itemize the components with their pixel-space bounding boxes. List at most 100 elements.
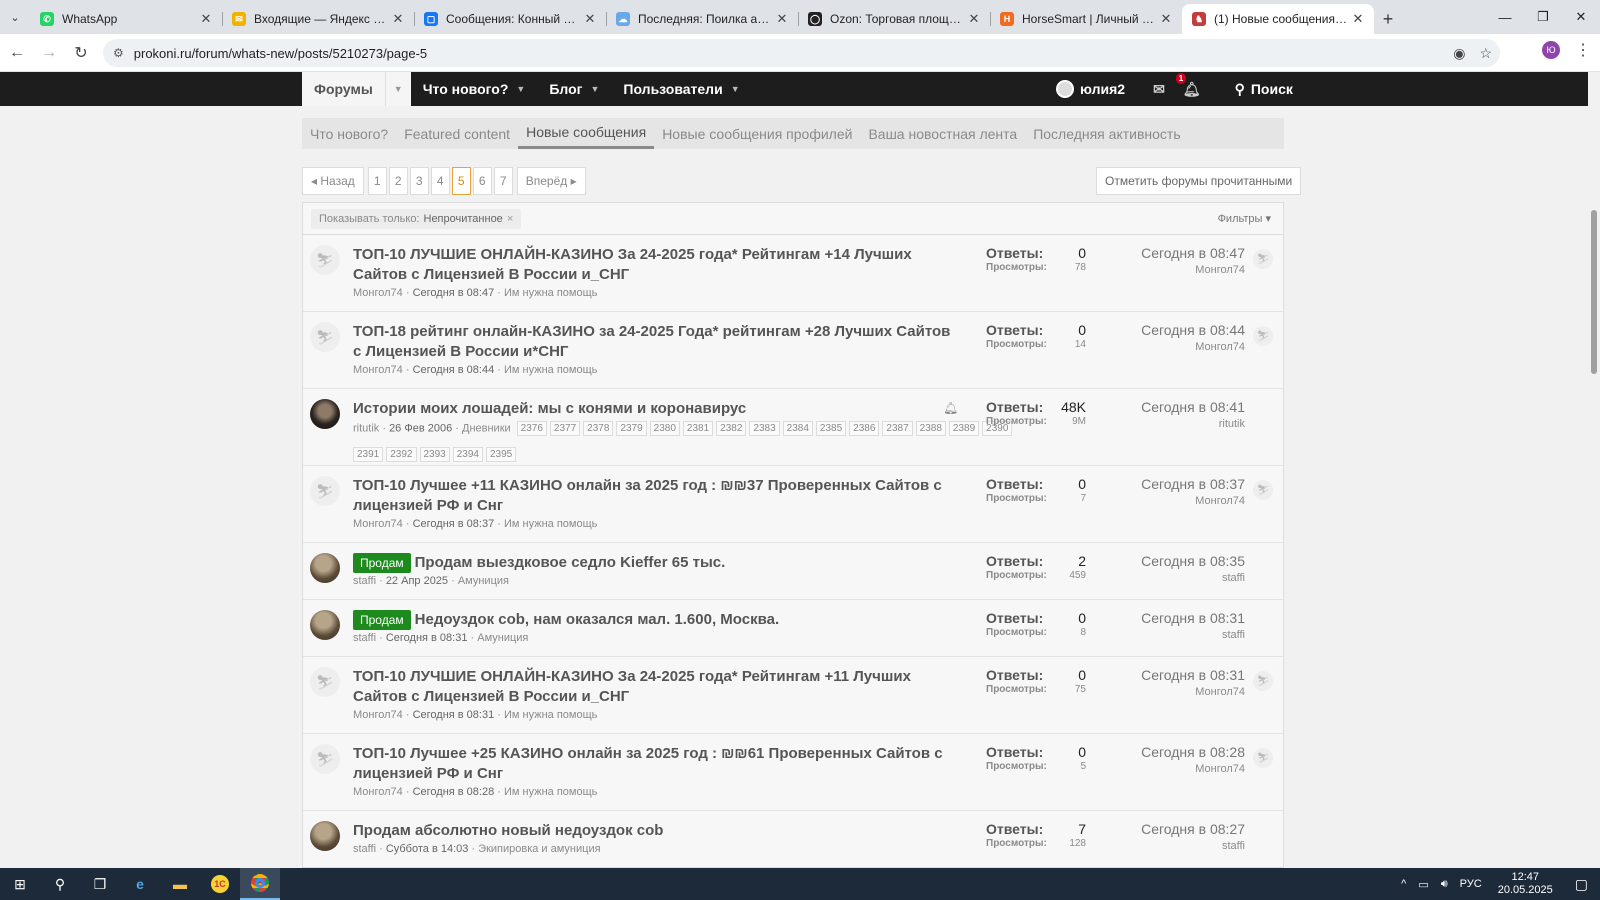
thread-author[interactable]: Монгол74 — [353, 518, 403, 530]
thread-page-link[interactable]: 2385 — [815, 421, 847, 436]
thread-page-link[interactable]: 2394 — [452, 447, 483, 462]
thread-forum[interactable]: Им нужна помощь — [504, 287, 597, 299]
reload-icon[interactable]: ↻ — [66, 38, 96, 68]
last-post-date[interactable]: Сегодня в 08:31 — [1141, 667, 1245, 683]
language-indicator[interactable]: РУС — [1454, 878, 1488, 890]
thread-forum[interactable]: Дневники — [462, 422, 511, 434]
restore-icon[interactable]: ❐ — [1524, 0, 1562, 34]
close-icon[interactable]: ✕ — [774, 11, 790, 27]
page-number-button[interactable]: 1 — [367, 167, 387, 195]
next-page-button[interactable]: Вперёд ▸ — [516, 167, 586, 195]
url-text[interactable]: prokoni.ru/forum/whats-new/posts/5210273… — [134, 46, 427, 61]
close-icon[interactable]: ✕ — [1158, 11, 1174, 27]
author-avatar[interactable]: ⛷ — [310, 322, 340, 352]
last-post-user[interactable]: staffi — [1141, 572, 1245, 584]
thread-page-link[interactable]: 2395 — [486, 447, 517, 462]
search-icon[interactable]: ⚲ — [40, 868, 80, 900]
thread-page-link[interactable]: 2386 — [849, 421, 880, 436]
author-avatar[interactable] — [310, 553, 340, 583]
thread-title-link[interactable]: Истории моих лошадей: мы с конями и коро… — [353, 399, 953, 419]
last-poster-avatar[interactable]: ⛷ — [1253, 671, 1273, 691]
page-number-button[interactable]: 7 — [493, 167, 513, 195]
browser-tab[interactable]: ◯ Ozon: Торговая площадка ✕ — [798, 4, 990, 34]
last-poster-avatar[interactable] — [1253, 614, 1273, 634]
thread-page-link[interactable]: 2384 — [782, 421, 813, 436]
last-poster-avatar[interactable] — [1253, 825, 1273, 845]
chevron-down-icon[interactable]: ▼ — [590, 84, 599, 94]
profile-avatar[interactable]: Ю — [1542, 41, 1560, 59]
last-post-date[interactable]: Сегодня в 08:27 — [1141, 821, 1245, 837]
last-post-user[interactable]: staffi — [1141, 629, 1245, 641]
last-poster-avatar[interactable] — [1253, 557, 1273, 577]
thread-forum[interactable]: Амуниция — [458, 575, 509, 587]
mail-icon[interactable]: ✉ — [1153, 81, 1165, 98]
user-account-link[interactable]: юлия2 — [1056, 80, 1125, 98]
thread-page-link[interactable]: 2380 — [649, 421, 680, 436]
thread-date[interactable]: Сегодня в 08:28 — [413, 786, 495, 798]
thread-title[interactable]: ТОП-10 Лучшее +25 КАЗИНО онлайн за 2025 … — [353, 745, 943, 782]
last-post-user[interactable]: Монгол74 — [1141, 264, 1245, 276]
last-post-user[interactable]: ritutik — [1141, 418, 1245, 430]
remove-filter-icon[interactable]: × — [507, 213, 513, 225]
thread-prefix-badge[interactable]: Продам — [353, 610, 411, 630]
author-avatar[interactable]: ⛷ — [310, 744, 340, 774]
page-number-button[interactable]: 5 — [451, 167, 471, 195]
thread-title-link[interactable]: ТОП-10 Лучшее +25 КАЗИНО онлайн за 2025 … — [353, 744, 953, 784]
thread-title-link[interactable]: Продам абсолютно новый недоуздок cob — [353, 821, 953, 841]
browser-tab[interactable]: ✆ WhatsApp ✕ — [30, 4, 222, 34]
close-icon[interactable]: ✕ — [582, 11, 598, 27]
thread-title[interactable]: Продам абсолютно новый недоуздок cob — [353, 822, 663, 839]
last-poster-avatar[interactable]: ⛷ — [1253, 480, 1273, 500]
thread-title[interactable]: ТОП-10 Лучшее +11 КАЗИНО онлайн за 2025 … — [353, 477, 942, 514]
thread-page-link[interactable]: 2392 — [386, 447, 417, 462]
clock[interactable]: 12:47 20.05.2025 — [1488, 871, 1563, 897]
forward-icon[interactable]: → — [34, 38, 64, 68]
thread-prefix-badge[interactable]: Продам — [353, 553, 411, 573]
thread-author[interactable]: ritutik — [353, 422, 379, 434]
subnav-item[interactable]: Новые сообщения профилей — [654, 118, 860, 149]
thread-date[interactable]: Сегодня в 08:47 — [413, 287, 495, 299]
last-post-date[interactable]: Сегодня в 08:37 — [1141, 476, 1245, 492]
thread-page-link[interactable]: 2388 — [915, 421, 946, 436]
page-number-button[interactable]: 6 — [472, 167, 492, 195]
thread-date[interactable]: Сегодня в 08:37 — [413, 518, 495, 530]
thread-forum[interactable]: Амуниция — [477, 632, 528, 644]
author-avatar[interactable] — [310, 610, 340, 640]
last-post-user[interactable]: Монгол74 — [1141, 686, 1245, 698]
close-icon[interactable]: ✕ — [198, 11, 214, 27]
thread-author[interactable]: staffi — [353, 843, 376, 855]
tracking-eye-icon[interactable]: ◉ — [1453, 45, 1465, 62]
back-icon[interactable]: ← — [2, 38, 32, 68]
thread-date[interactable]: Сегодня в 08:31 — [413, 709, 495, 721]
last-post-user[interactable]: staffi — [1141, 840, 1245, 852]
volume-icon[interactable]: 🔊︎ — [1435, 878, 1454, 891]
thread-title-link[interactable]: ТОП-10 Лучшее +11 КАЗИНО онлайн за 2025 … — [353, 476, 953, 516]
thread-title[interactable]: Продам выездковое седло Kieffer 65 тыс. — [415, 554, 726, 571]
thread-page-link[interactable]: 2376 — [516, 421, 547, 436]
network-icon[interactable]: ▭ — [1412, 878, 1434, 891]
site-info-icon[interactable]: ⚙ — [113, 46, 124, 60]
last-post-user[interactable]: Монгол74 — [1141, 495, 1245, 507]
thread-forum[interactable]: Им нужна помощь — [504, 786, 597, 798]
thread-page-link[interactable]: 2393 — [419, 447, 450, 462]
thread-page-link[interactable]: 2389 — [948, 421, 980, 436]
windows-start-icon[interactable]: ⊞ — [0, 868, 40, 900]
address-bar[interactable]: ⚙ prokoni.ru/forum/whats-new/posts/52102… — [103, 39, 1500, 67]
thread-date[interactable]: Сегодня в 08:31 — [386, 632, 468, 644]
chevron-down-icon[interactable]: ▼ — [516, 84, 525, 94]
filters-menu[interactable]: Фильтры ▾ — [1218, 212, 1271, 225]
last-post-date[interactable]: Сегодня в 08:41 — [1141, 399, 1245, 415]
thread-title-link[interactable]: Продам Продам выездковое седло Kieffer 65… — [353, 553, 953, 573]
task-view-icon[interactable]: ❐ — [80, 868, 120, 900]
subnav-item[interactable]: Последняя активность — [1025, 118, 1188, 149]
bell-icon[interactable]: 🔔︎ 1 — [1175, 72, 1201, 98]
thread-forum[interactable]: Экипировка и амуниция — [478, 843, 600, 855]
thread-date[interactable]: Суббота в 14:03 — [386, 843, 469, 855]
last-post-date[interactable]: Сегодня в 08:47 — [1141, 245, 1245, 261]
author-avatar[interactable]: ⛷ — [310, 667, 340, 697]
thread-title-link[interactable]: Продам Недоуздок cob, нам оказался мал. 1… — [353, 610, 953, 630]
subnav-item[interactable]: Featured content — [396, 118, 518, 149]
page-number-button[interactable]: 4 — [430, 167, 450, 195]
bell-icon[interactable]: 🔔︎ — [943, 401, 958, 415]
thread-page-link[interactable]: 2382 — [716, 421, 747, 436]
